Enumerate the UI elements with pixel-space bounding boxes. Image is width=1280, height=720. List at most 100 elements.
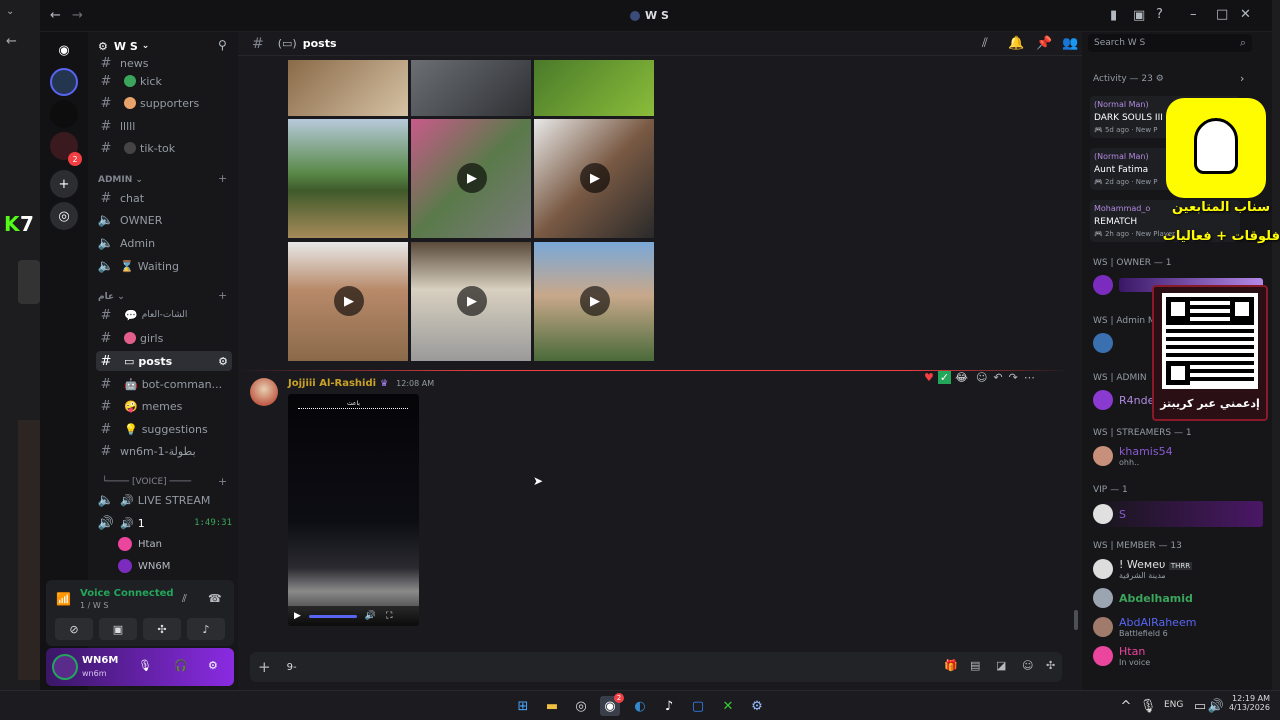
xbox-icon[interactable]: ✕ <box>718 696 738 716</box>
channel-lllll[interactable]: # lllll <box>96 116 232 136</box>
channel-tik-tok[interactable]: # tik-tok <box>96 138 232 158</box>
video-tile[interactable] <box>534 60 654 116</box>
category-general[interactable]: عام ⌄ <box>98 292 125 302</box>
chrome-icon[interactable]: ◎ <box>571 696 591 716</box>
channel-bot-commands[interactable]: # 🤖 bot-comman... <box>96 374 232 394</box>
image-tile[interactable] <box>411 60 531 116</box>
video-tile[interactable]: ▶ <box>534 119 654 238</box>
image-tile[interactable] <box>288 119 408 238</box>
add-server-icon[interactable]: + <box>50 170 78 198</box>
microphone-icon[interactable]: 🎙 <box>138 659 152 672</box>
members-icon[interactable]: 👥 <box>1062 36 1078 51</box>
threads-icon[interactable]: ⫽ <box>982 36 988 51</box>
voice-channel-1[interactable]: 🔊 🔊 1 1:49:31 <box>96 513 232 533</box>
voice-channel-admin[interactable]: 🔈 Admin <box>96 233 232 253</box>
app-icon[interactable]: ▢ <box>688 696 708 716</box>
voice-channel-name[interactable]: 1 / W S <box>80 601 108 610</box>
tiktok-icon[interactable]: ♪ <box>659 696 679 716</box>
maximize-icon[interactable]: □ <box>1216 7 1228 22</box>
pin-icon[interactable]: 📌 <box>1036 36 1052 51</box>
member-item[interactable]: Htan In voice <box>1093 643 1263 669</box>
sticker-icon[interactable]: ◪ <box>996 659 1006 672</box>
forward-icon[interactable]: → <box>72 8 83 23</box>
gift-icon[interactable]: 🎁 <box>944 659 958 672</box>
voice-user-htan[interactable]: Htan <box>118 537 162 551</box>
headphones-icon[interactable]: 🎧 <box>174 659 188 672</box>
apps-icon[interactable]: ✣ <box>1046 659 1055 672</box>
add-channel-icon[interactable]: + <box>218 475 227 488</box>
back-arrow-icon[interactable]: ← <box>6 34 22 49</box>
add-channel-icon[interactable]: + <box>218 289 227 302</box>
server-icon-dark[interactable] <box>50 100 78 128</box>
help-icon[interactable]: ? <box>1156 7 1163 22</box>
add-channel-icon[interactable]: + <box>218 172 227 185</box>
voice-channel-owner[interactable]: 🔈 OWNER <box>96 210 232 230</box>
gif-icon[interactable]: ▤ <box>970 659 980 672</box>
settings-icon[interactable]: ⚙ <box>218 355 228 368</box>
soundboard-button[interactable]: ♪ <box>187 618 225 640</box>
volume-icon[interactable]: 🔊 <box>1206 696 1226 716</box>
member-item[interactable]: ! Weмeυ THRR مدينة الشرقية <box>1093 556 1263 582</box>
channel-general-chat[interactable]: # 💬 الشات-العام <box>96 305 232 325</box>
camera-off-button[interactable]: ⊘ <box>55 618 93 640</box>
fullscreen-icon[interactable]: ⛶ <box>386 611 392 621</box>
search-input[interactable]: Search W S <box>1094 38 1145 48</box>
browser-scrollbar[interactable] <box>1272 0 1280 690</box>
category-voice[interactable]: └──── [VOICE] ──── <box>102 477 191 487</box>
channel-girls[interactable]: # girls <box>96 328 232 348</box>
voice-channel-waiting[interactable]: 🔈 ⌛ Waiting <box>96 256 232 276</box>
user-avatar[interactable] <box>52 654 78 680</box>
video-attachment[interactable]: باعت ▶ 🔊 ⛶ <box>288 394 419 626</box>
server-icon-ws[interactable] <box>50 68 78 96</box>
video-tile[interactable]: ▶ <box>411 242 531 361</box>
discord-home-icon[interactable]: ◉ <box>50 36 78 64</box>
play-icon[interactable]: ▶ <box>334 286 364 316</box>
edge-icon[interactable]: ◐ <box>630 696 650 716</box>
member-streamer[interactable]: khamis54 ohh.. <box>1093 443 1263 469</box>
member-vip[interactable]: S <box>1093 501 1263 527</box>
bell-icon[interactable]: 🔔 <box>1008 36 1024 51</box>
chevron-down-icon[interactable]: ⌄ <box>6 6 22 22</box>
category-admin[interactable]: ADMIN ⌄ <box>98 175 143 185</box>
channel-memes[interactable]: # 🤪 memes <box>96 396 232 416</box>
start-icon[interactable]: ⊞ <box>513 696 533 716</box>
add-reaction-icon[interactable]: ☺ <box>976 371 987 384</box>
heart-reaction-icon[interactable]: ♥ <box>924 371 934 384</box>
noise-suppression-icon[interactable]: ⫽ <box>182 592 187 606</box>
voice-channel-live-stream[interactable]: 🔈 🔊 LIVE STREAM <box>96 490 232 510</box>
video-tile[interactable]: ▶ <box>411 119 531 238</box>
channel-news[interactable]: # news <box>96 53 232 73</box>
voice-user-wn6m[interactable]: WN6M <box>118 559 170 573</box>
search-bar[interactable]: Search W S ⌕ <box>1088 34 1252 52</box>
language-indicator[interactable]: ENG <box>1164 700 1183 710</box>
bookmark-icon[interactable]: ▮ <box>1110 8 1117 23</box>
video-tile[interactable]: ▶ <box>534 242 654 361</box>
check-reaction-icon[interactable]: ✓ <box>937 370 952 384</box>
activity-header[interactable]: Activity — 23 ⚙ <box>1093 74 1164 84</box>
play-icon[interactable]: ▶ <box>457 286 487 316</box>
activities-button[interactable]: ✣ <box>143 618 181 640</box>
add-member-icon[interactable]: ⚲ <box>218 38 227 52</box>
add-attachment-icon[interactable]: + <box>258 658 271 676</box>
play-icon[interactable]: ▶ <box>580 163 610 193</box>
play-icon[interactable]: ▶ <box>580 286 610 316</box>
channel-supporters[interactable]: # supporters <box>96 93 232 113</box>
close-icon[interactable]: ✕ <box>1240 7 1251 22</box>
message-input[interactable]: 9- <box>287 662 297 673</box>
channel-suggestions[interactable]: # 💡 suggestions <box>96 419 232 439</box>
forward-icon[interactable]: ↷ <box>1009 371 1018 384</box>
author-avatar[interactable] <box>250 378 278 406</box>
disconnect-icon[interactable]: ☎ <box>208 592 222 605</box>
microphone-tray-icon[interactable]: 🎙 <box>1138 696 1158 716</box>
user-settings-icon[interactable]: ⚙ <box>208 659 218 672</box>
file-explorer-icon[interactable]: ▬ <box>542 696 562 716</box>
reply-icon[interactable]: ↶ <box>993 371 1002 384</box>
volume-icon[interactable]: 🔊 <box>365 611 376 621</box>
emoji-icon[interactable]: ☺ <box>1022 659 1033 672</box>
back-icon[interactable]: ← <box>50 8 61 23</box>
channel-chat[interactable]: # chat <box>96 188 232 208</box>
channel-posts-active[interactable]: # ▭ posts ⚙ <box>96 351 232 371</box>
discover-icon[interactable]: ◎ <box>50 202 78 230</box>
author-name[interactable]: Jojjiii Al-Rashidi <box>288 378 376 389</box>
chevron-right-icon[interactable]: › <box>1240 72 1244 85</box>
